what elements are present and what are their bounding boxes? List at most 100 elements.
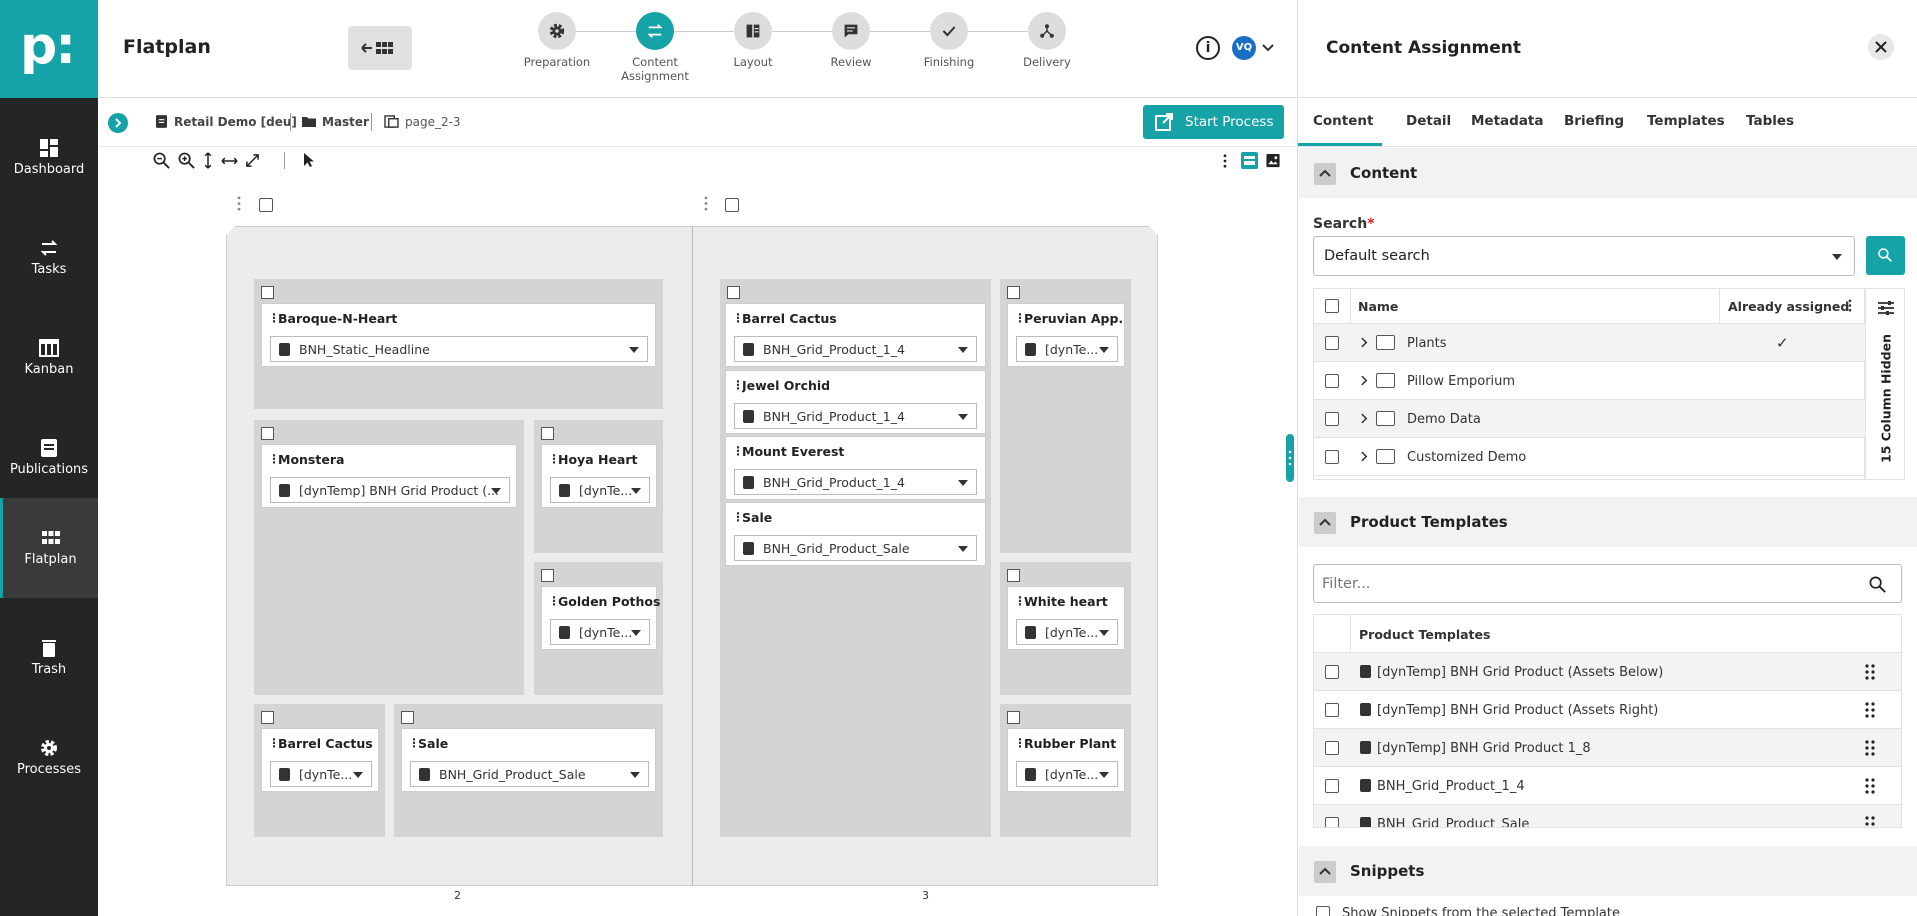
more-vertical-icon[interactable] [1223, 154, 1227, 168]
back-to-grid-button[interactable] [348, 26, 412, 70]
slot[interactable]: ⋮ Golden Pothos [dynTe... [534, 562, 663, 695]
slot-checkbox[interactable] [1007, 286, 1020, 299]
avatar[interactable]: VQ [1232, 36, 1256, 60]
tab-content[interactable]: Content [1313, 113, 1373, 129]
tab-detail[interactable]: Detail [1406, 113, 1451, 129]
breadcrumb-folder[interactable]: Master [322, 115, 369, 129]
breadcrumb-page[interactable]: page_2-3 [405, 115, 461, 129]
content-card[interactable]: ⋮ Peruvian App... [dynTe... [1007, 303, 1125, 367]
row-checkbox[interactable] [1325, 336, 1339, 350]
filter-input[interactable] [1313, 564, 1902, 603]
template-select[interactable]: BNH_Grid_Product_Sale [410, 761, 649, 787]
zoom-out-icon[interactable] [153, 152, 170, 169]
row-checkbox[interactable] [1325, 817, 1339, 827]
row-checkbox[interactable] [1325, 450, 1339, 464]
slot[interactable]: ⋮ White heart [dynTe... [1000, 562, 1131, 695]
slot[interactable]: ⋮ Rubber Plant [dynTe... [1000, 704, 1131, 837]
sidebar-item-flatplan[interactable]: Flatplan [0, 498, 98, 598]
template-select[interactable]: [dynTe... [270, 761, 372, 787]
slot-checkbox[interactable] [1007, 569, 1020, 582]
row-checkbox[interactable] [1325, 412, 1339, 426]
template-select[interactable]: BNH_Grid_Product_1_4 [734, 336, 977, 362]
snippets-checkbox[interactable] [1316, 906, 1330, 916]
row-checkbox[interactable] [1325, 779, 1339, 793]
drag-handle-icon[interactable] [1865, 816, 1875, 828]
close-panel-button[interactable] [1868, 34, 1894, 60]
template-select[interactable]: [dynTe... [1016, 336, 1118, 362]
template-row[interactable]: BNH_Grid_Product_1_4 [1314, 767, 1901, 805]
content-section-header[interactable]: Content [1299, 148, 1917, 198]
slot-checkbox[interactable] [401, 711, 414, 724]
template-row[interactable]: [dynTemp] BNH Grid Product 1_8 [1314, 729, 1901, 767]
column-settings-strip[interactable]: 15 Column Hidden [1865, 288, 1905, 480]
breadcrumb-publication[interactable]: Retail Demo [deu] [174, 115, 297, 129]
content-card[interactable]: ⋮ Barrel Cactus [dynTe... [261, 728, 379, 792]
template-select[interactable]: [dynTe... [1016, 619, 1118, 645]
table-row[interactable]: Customized Demo [1314, 438, 1865, 476]
drag-handle-icon[interactable] [1865, 778, 1875, 794]
search-button[interactable] [1866, 236, 1905, 275]
slot[interactable]: ⋮ Peruvian App... [dynTe... [1000, 279, 1131, 553]
content-card[interactable]: ⋮ Hoya Heart [dynTe... [541, 444, 657, 508]
info-button[interactable]: i [1196, 36, 1220, 60]
sidebar-item-processes[interactable]: Processes [0, 710, 98, 810]
template-select[interactable]: BNH_Static_Headline [270, 336, 648, 362]
chevron-down-icon[interactable] [1262, 44, 1274, 52]
content-card[interactable]: ⋮ Rubber Plant [dynTe... [1007, 728, 1125, 792]
chevron-right-icon[interactable] [1361, 451, 1368, 462]
chevron-right-icon[interactable] [1361, 375, 1368, 386]
fit-width-icon[interactable] [221, 156, 238, 166]
slot[interactable]: ⋮ Monstera [dynTemp] BNH Grid Product (.… [254, 420, 524, 695]
slot-checkbox[interactable] [261, 286, 274, 299]
sidebar-item-dashboard[interactable]: Dashboard [0, 110, 98, 210]
content-card[interactable]: ⋮ Golden Pothos [dynTe... [541, 586, 660, 650]
sidebar-item-tasks[interactable]: Tasks [0, 210, 98, 310]
slot[interactable]: ⋮ Hoya Heart [dynTe... [534, 420, 663, 553]
slot-checkbox[interactable] [261, 711, 274, 724]
collapse-button[interactable] [1314, 861, 1336, 883]
view-toggle-layout[interactable] [1241, 152, 1258, 169]
template-select[interactable]: BNH_Grid_Product_1_4 [734, 403, 977, 429]
column-header-assigned[interactable]: Already assigned [1728, 299, 1849, 314]
tab-templates[interactable]: Templates [1647, 113, 1725, 129]
select-all-checkbox[interactable] [1325, 299, 1339, 313]
drag-handle-icon[interactable] [1865, 702, 1875, 718]
slot[interactable]: ⋮ Baroque-N-Heart BNH_Static_Headline [254, 279, 663, 409]
slot[interactable]: ⋮ Barrel Cactus BNH_Grid_Product_1_4 ⋮ J… [720, 279, 991, 837]
column-header-name[interactable]: Name [1358, 299, 1398, 314]
tab-metadata[interactable]: Metadata [1471, 113, 1544, 129]
step-content-assignment[interactable]: Content Assignment [610, 12, 700, 83]
slot[interactable]: ⋮ Barrel Cactus [dynTe... [254, 704, 385, 837]
step-layout[interactable]: Layout [708, 12, 798, 69]
filter-field[interactable] [1322, 573, 1842, 595]
product-templates-section-header[interactable]: Product Templates [1299, 497, 1917, 547]
slot-checkbox[interactable] [727, 286, 740, 299]
slot-checkbox[interactable] [1007, 711, 1020, 724]
expand-button[interactable] [108, 113, 128, 133]
content-card[interactable]: ⋮ Barrel Cactus BNH_Grid_Product_1_4 [725, 303, 986, 367]
content-card[interactable]: ⋮ Sale BNH_Grid_Product_Sale [725, 502, 986, 566]
start-process-button[interactable]: Start Process [1143, 105, 1284, 139]
drag-handle-icon[interactable] [1865, 664, 1875, 680]
table-row[interactable]: Pillow Emporium [1314, 362, 1865, 400]
snippets-section-header[interactable]: Snippets [1299, 846, 1917, 896]
drag-handle-icon[interactable] [704, 196, 708, 211]
row-checkbox[interactable] [1325, 374, 1339, 388]
drag-handle-icon[interactable] [1865, 740, 1875, 756]
tab-tables[interactable]: Tables [1746, 113, 1794, 129]
panel-resize-handle[interactable] [1286, 434, 1294, 482]
template-select[interactable]: [dynTemp] BNH Grid Product (... [270, 477, 510, 503]
sidebar-item-publications[interactable]: Publications [0, 410, 98, 510]
page-3-checkbox[interactable] [725, 198, 739, 212]
chevron-right-icon[interactable] [1361, 337, 1368, 348]
sidebar-item-kanban[interactable]: Kanban [0, 310, 98, 410]
template-select[interactable]: [dynTe... [550, 619, 650, 645]
row-checkbox[interactable] [1325, 665, 1339, 679]
template-row[interactable]: BNH_Grid_Product_Sale [1314, 805, 1901, 828]
template-select[interactable]: BNH_Grid_Product_Sale [734, 535, 977, 561]
slot[interactable]: ⋮ Sale BNH_Grid_Product_Sale [394, 704, 663, 837]
content-card[interactable]: ⋮ White heart [dynTe... [1007, 586, 1125, 650]
content-card[interactable]: ⋮ Mount Everest BNH_Grid_Product_1_4 [725, 436, 986, 500]
slot-checkbox[interactable] [541, 569, 554, 582]
sidebar-item-trash[interactable]: Trash [0, 610, 98, 710]
